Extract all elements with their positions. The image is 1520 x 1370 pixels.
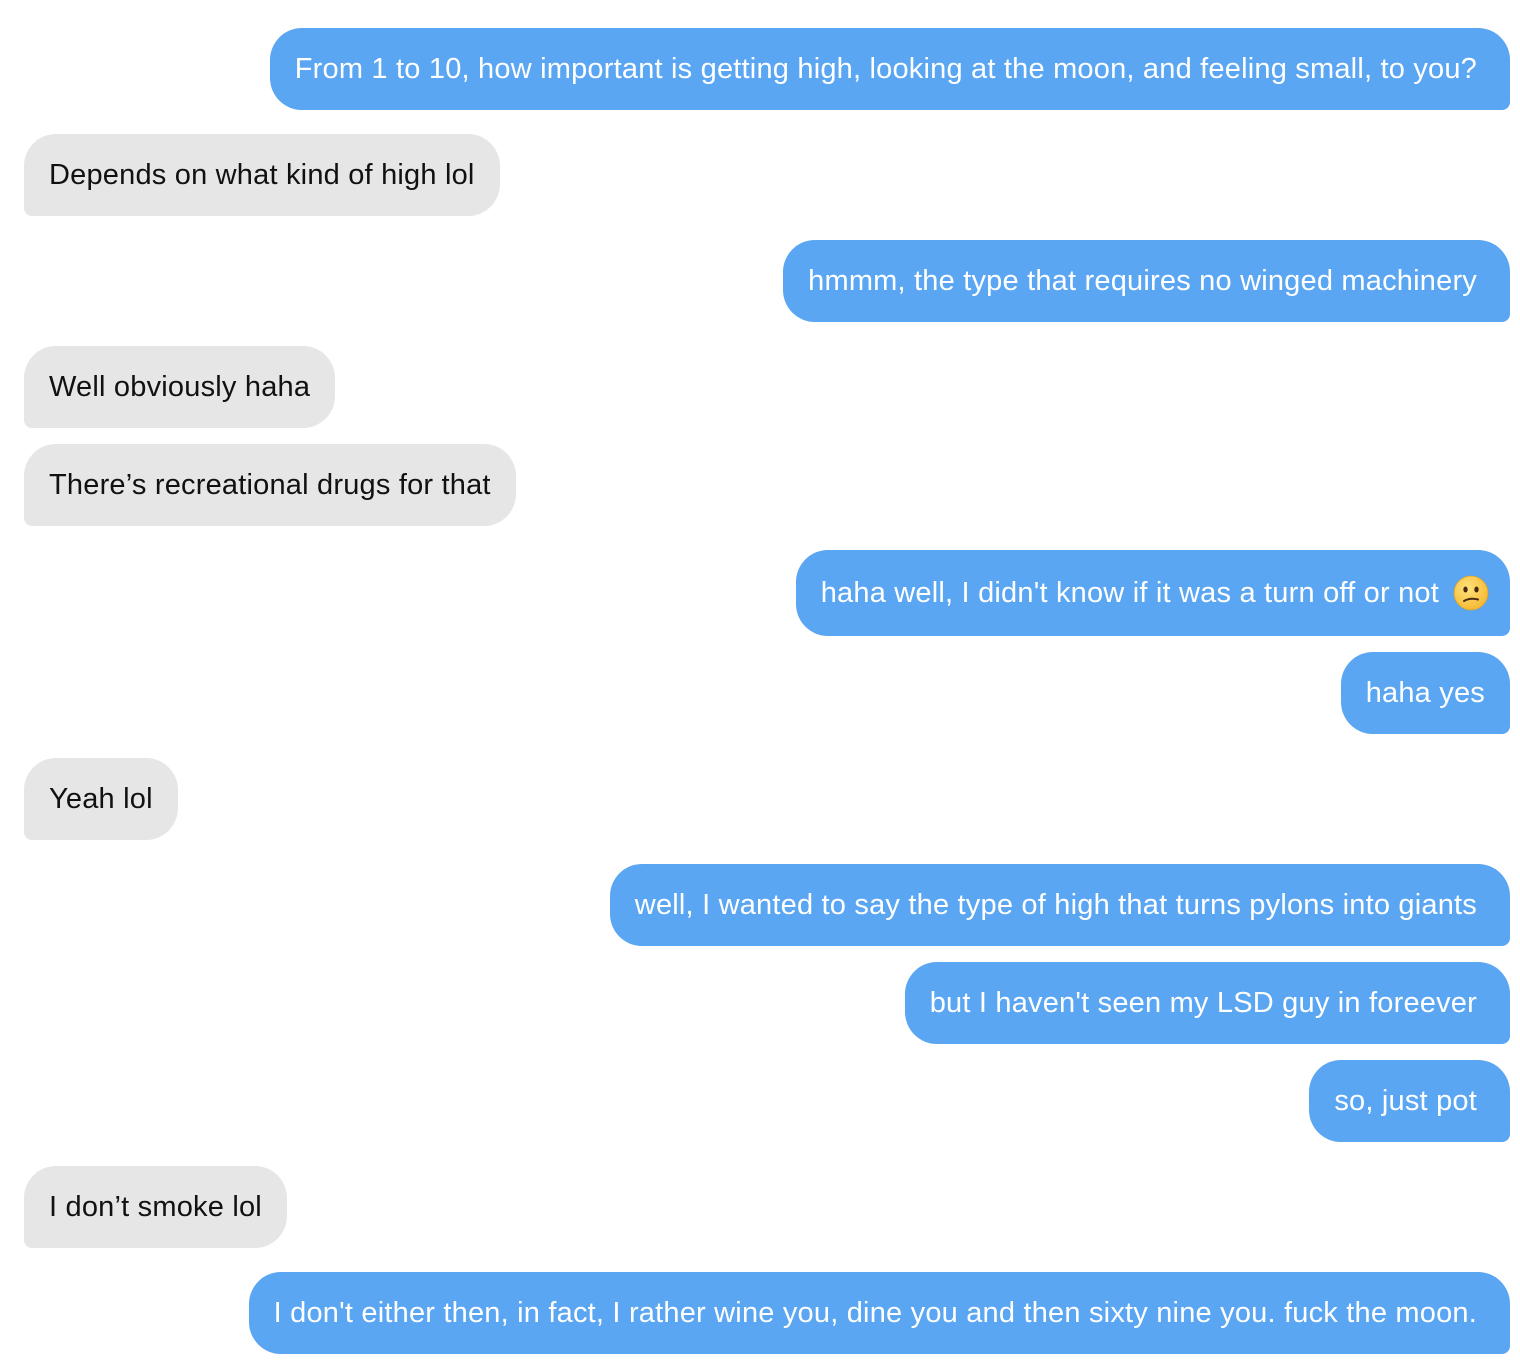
sent-message-bubble[interactable]: haha well, I didn't know if it was a tur… (795, 550, 1510, 636)
message-text: haha well, I didn't know if it was a tur… (820, 576, 1439, 609)
message-row: hmmm, the type that requires no winged m… (0, 240, 1520, 322)
received-message-bubble[interactable]: Depends on what kind of high lol (24, 134, 500, 216)
sent-message-bubble[interactable]: From 1 to 10, how important is getting h… (269, 28, 1510, 110)
message-text: From 1 to 10, how important is getting h… (294, 52, 1477, 85)
received-message-bubble[interactable]: I don’t smoke lol (24, 1166, 287, 1248)
received-message-bubble[interactable]: Well obviously haha (24, 346, 336, 428)
message-row: I don't either then, in fact, I rather w… (0, 1272, 1520, 1354)
received-message-bubble[interactable]: Yeah lol (24, 758, 178, 840)
sent-message-bubble[interactable]: haha yes (1340, 652, 1510, 734)
message-text: Well obviously haha (49, 370, 311, 403)
message-row: so, just pot (0, 1060, 1520, 1142)
message-row: well, I wanted to say the type of high t… (0, 864, 1520, 946)
message-text: Depends on what kind of high lol (49, 158, 475, 191)
message-row: but I haven't seen my LSD guy in foreeve… (0, 962, 1520, 1044)
message-row: I don’t smoke lol (0, 1166, 1520, 1248)
sent-message-bubble[interactable]: but I haven't seen my LSD guy in foreeve… (904, 962, 1510, 1044)
message-text: haha yes (1365, 676, 1485, 709)
message-text: I don't either then, in fact, I rather w… (273, 1296, 1477, 1329)
message-row: haha well, I didn't know if it was a tur… (0, 550, 1520, 636)
message-text: I don’t smoke lol (49, 1190, 262, 1223)
sent-message-bubble[interactable]: I don't either then, in fact, I rather w… (248, 1272, 1510, 1354)
message-row: Well obviously haha (0, 346, 1520, 428)
message-text: well, I wanted to say the type of high t… (634, 888, 1477, 921)
message-row: Yeah lol (0, 758, 1520, 840)
message-row: Depends on what kind of high lol (0, 134, 1520, 216)
confused-face-icon (1453, 575, 1489, 611)
message-row: There’s recreational drugs for that (0, 444, 1520, 526)
message-text: hmmm, the type that requires no winged m… (808, 264, 1477, 297)
received-message-bubble[interactable]: There’s recreational drugs for that (24, 444, 516, 526)
sent-message-bubble[interactable]: well, I wanted to say the type of high t… (609, 864, 1510, 946)
message-thread: From 1 to 10, how important is getting h… (0, 0, 1520, 1370)
sent-message-bubble[interactable]: hmmm, the type that requires no winged m… (783, 240, 1510, 322)
message-row: haha yes (0, 652, 1520, 734)
message-text: but I haven't seen my LSD guy in foreeve… (929, 986, 1477, 1019)
message-text: Yeah lol (49, 782, 153, 815)
message-text: so, just pot (1334, 1084, 1477, 1117)
message-row: From 1 to 10, how important is getting h… (0, 28, 1520, 110)
sent-message-bubble[interactable]: so, just pot (1309, 1060, 1510, 1142)
message-text: There’s recreational drugs for that (49, 468, 491, 501)
